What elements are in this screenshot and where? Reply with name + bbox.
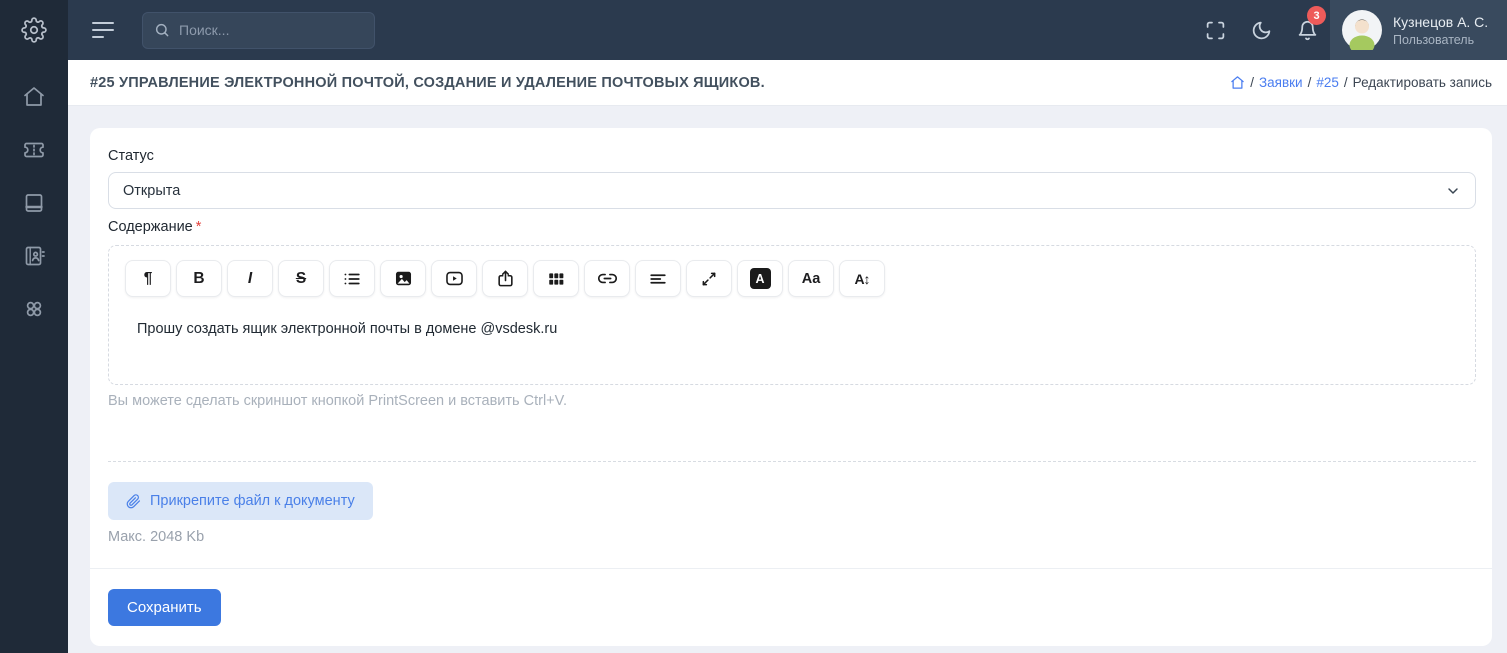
chevron-down-icon [1445, 183, 1461, 199]
content-label: Содержание* [108, 219, 1476, 235]
form-footer: Сохранить [90, 568, 1492, 646]
fullscreen-button[interactable] [1192, 0, 1238, 60]
editor-font-family-button[interactable]: Aa [788, 260, 834, 297]
editor-paragraph-button[interactable]: ¶ [125, 260, 171, 297]
breadcrumb-separator: / [1308, 75, 1312, 90]
editor-video-button[interactable] [431, 260, 477, 297]
home-icon [22, 85, 46, 109]
italic-icon: I [248, 270, 252, 288]
status-select-value: Открыта [123, 183, 180, 199]
editor-toolbar: ¶ B I S [109, 246, 1475, 297]
editor-align-button[interactable] [635, 260, 681, 297]
editor-bold-button[interactable]: B [176, 260, 222, 297]
editor-strikethrough-button[interactable]: S [278, 260, 324, 297]
expand-icon [700, 270, 718, 288]
max-file-size: Макс. 2048 Kb [108, 529, 1476, 545]
search-input[interactable] [142, 12, 375, 49]
link-icon [598, 269, 617, 288]
dark-mode-button[interactable] [1238, 0, 1284, 60]
moon-icon [1251, 20, 1272, 41]
paragraph-icon: ¶ [144, 270, 153, 288]
attach-file-label: Прикрепите файл к документу [150, 493, 355, 509]
search-icon [154, 22, 170, 38]
sidebar-nav [0, 60, 68, 335]
notification-badge: 3 [1307, 6, 1326, 25]
breadcrumb: / Заявки / #25 / Редактировать запись [1230, 75, 1492, 90]
breadcrumb-separator: / [1344, 75, 1348, 90]
edit-form-card: Статус Открыта Содержание* ¶ B I S [90, 128, 1492, 646]
page-title: #25 УПРАВЛЕНИЕ ЭЛЕКТРОННОЙ ПОЧТОЙ, СОЗДА… [90, 75, 765, 91]
user-info: Кузнецов А. С. Пользователь [1393, 12, 1488, 48]
editor-image-button[interactable] [380, 260, 426, 297]
user-role: Пользователь [1393, 32, 1488, 48]
sidebar-item-home[interactable] [0, 70, 68, 123]
breadcrumb-home-link[interactable] [1230, 75, 1245, 90]
home-icon [1230, 75, 1245, 90]
table-icon [547, 270, 565, 288]
breadcrumb-current: Редактировать запись [1353, 75, 1492, 90]
sidebar-item-contacts[interactable] [0, 229, 68, 282]
editor-table-button[interactable] [533, 260, 579, 297]
editor-content[interactable]: Прошу создать ящик электронной почты в д… [109, 297, 1475, 357]
save-button[interactable]: Сохранить [108, 589, 221, 626]
search-container [142, 12, 375, 49]
title-bar: #25 УПРАВЛЕНИЕ ЭЛЕКТРОННОЙ ПОЧТОЙ, СОЗДА… [68, 60, 1507, 106]
required-asterisk: * [196, 219, 202, 235]
user-name: Кузнецов А. С. [1393, 12, 1488, 32]
top-navbar: 3 Кузнецов А. С. Пользователь [68, 0, 1507, 60]
strikethrough-icon: S [296, 270, 306, 288]
notifications-button[interactable]: 3 [1284, 0, 1330, 60]
screenshot-hint: Вы можете сделать скриншот кнопкой Print… [108, 393, 1476, 409]
font-family-icon: Aa [802, 271, 821, 287]
video-icon [445, 269, 464, 288]
sidebar-item-tickets[interactable] [0, 123, 68, 176]
apps-icon [22, 297, 46, 321]
fullscreen-icon [1205, 20, 1226, 41]
breadcrumb-link-tickets[interactable]: Заявки [1259, 75, 1303, 90]
contacts-icon [22, 244, 46, 268]
font-color-icon: A [750, 268, 771, 289]
editor-link-button[interactable] [584, 260, 630, 297]
gear-icon [21, 17, 47, 43]
settings-sidebar-item[interactable] [0, 0, 68, 60]
upload-icon [496, 269, 515, 288]
editor-italic-button[interactable]: I [227, 260, 273, 297]
editor-upload-button[interactable] [482, 260, 528, 297]
avatar [1342, 10, 1382, 50]
sidebar [0, 0, 68, 653]
book-icon [22, 191, 46, 215]
breadcrumb-link-ticket-25[interactable]: #25 [1316, 75, 1339, 90]
app-window: 3 Кузнецов А. С. Пользователь #25 УПРАВЛ… [0, 0, 1507, 653]
status-select[interactable]: Открыта [108, 172, 1476, 209]
breadcrumb-separator: / [1250, 75, 1254, 90]
editor-font-color-button[interactable]: A [737, 260, 783, 297]
editor-font-size-button[interactable]: A↕ [839, 260, 885, 297]
sidebar-item-knowledge-base[interactable] [0, 176, 68, 229]
form-body: Статус Открыта Содержание* ¶ B I S [90, 128, 1492, 568]
status-label: Статус [108, 148, 1476, 164]
paperclip-icon [126, 494, 141, 509]
menu-toggle-button[interactable] [92, 22, 114, 38]
align-icon [649, 270, 667, 288]
bold-icon: B [193, 270, 204, 288]
image-icon [394, 269, 413, 288]
sidebar-item-categories[interactable] [0, 282, 68, 335]
editor-fullscreen-button[interactable] [686, 260, 732, 297]
main-content: Статус Открыта Содержание* ¶ B I S [68, 106, 1507, 653]
navbar-right: 3 Кузнецов А. С. Пользователь [1192, 0, 1507, 60]
user-menu[interactable]: Кузнецов А. С. Пользователь [1330, 0, 1507, 60]
ticket-icon [22, 138, 46, 162]
editor-list-button[interactable] [329, 260, 375, 297]
font-size-icon: A↕ [854, 271, 869, 287]
bullet-list-icon [343, 270, 361, 288]
attach-file-button[interactable]: Прикрепите файл к документу [108, 482, 373, 520]
dashed-separator [108, 461, 1476, 462]
rich-text-editor: ¶ B I S [108, 245, 1476, 385]
